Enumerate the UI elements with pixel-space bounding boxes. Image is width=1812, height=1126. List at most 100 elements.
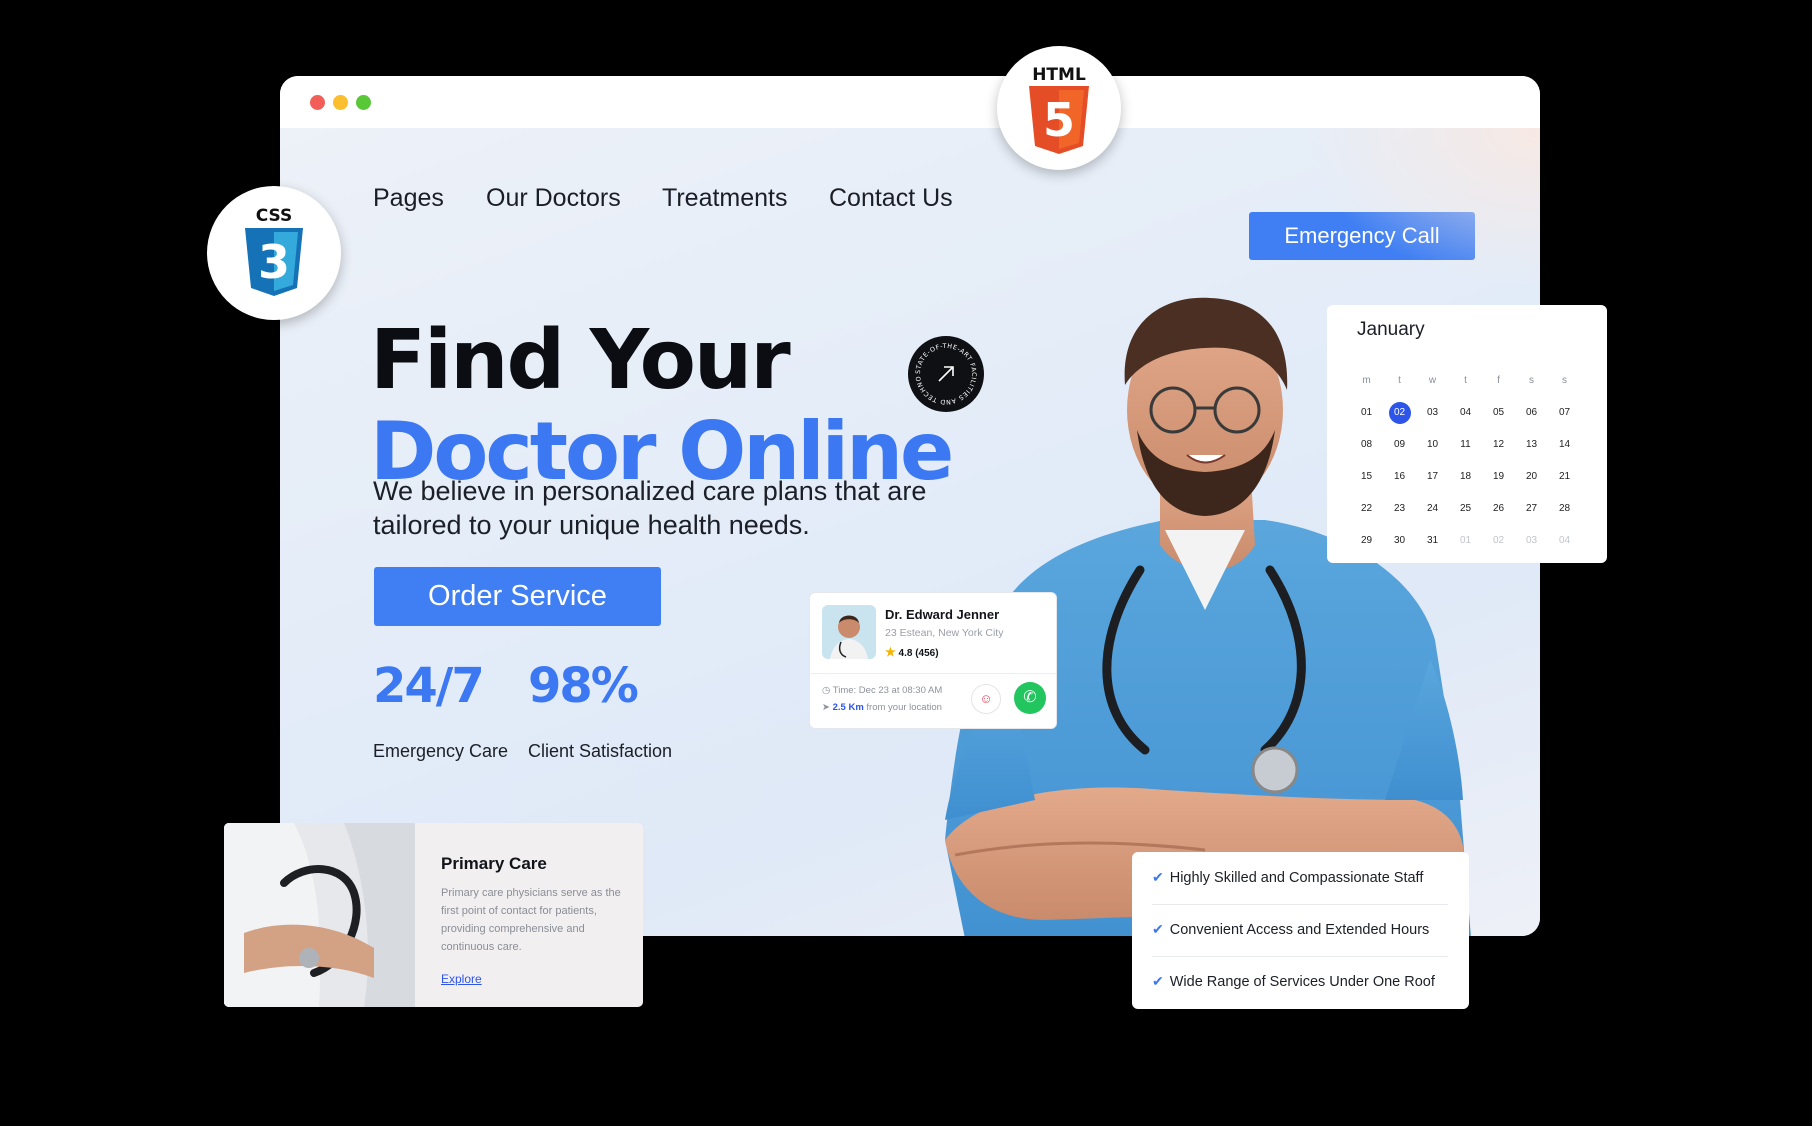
doctor-address: 23 Estean, New York City (885, 627, 1004, 639)
doctor-card[interactable]: Dr. Edward Jenner 23 Estean, New York Ci… (809, 592, 1057, 729)
explore-link[interactable]: Explore (441, 972, 482, 986)
feature-text: Wide Range of Services Under One Roof (1169, 974, 1435, 990)
nav-our-doctors[interactable]: Our Doctors (486, 184, 621, 213)
stat-emergency-label: Emergency Care (373, 741, 509, 761)
calendar-weekday: t (1464, 375, 1467, 386)
calendar-day[interactable]: 17 (1416, 461, 1449, 493)
calendar-day[interactable]: 04 (1548, 525, 1581, 557)
checkmark-icon: ✔ (1152, 973, 1164, 989)
calendar-day[interactable]: 06 (1515, 397, 1548, 429)
calendar-day[interactable]: 03 (1515, 525, 1548, 557)
call-phone-icon[interactable]: ✆ (1014, 682, 1046, 714)
calendar-weekday: f (1497, 375, 1500, 386)
calendar-day[interactable]: 05 (1482, 397, 1515, 429)
calendar-day[interactable]: 01 (1350, 397, 1383, 429)
appointment-time-text: Time: Dec 23 at 08:30 AM (832, 685, 943, 696)
features-card: ✔ Highly Skilled and Compassionate Staff … (1132, 852, 1469, 1009)
css3-logo-badge: CSS 3 (207, 186, 341, 320)
css3-label: CSS (256, 206, 293, 226)
minimize-window-dot[interactable] (333, 95, 348, 110)
feature-item: ✔ Wide Range of Services Under One Roof (1152, 956, 1448, 1008)
calendar-day[interactable]: 22 (1350, 493, 1383, 525)
clock-icon: ◷ (822, 685, 831, 696)
html5-digit: 5 (1043, 93, 1075, 147)
stat-emergency-value: 24/7 (373, 658, 485, 714)
calendar-day[interactable]: 23 (1383, 493, 1416, 525)
card-divider (810, 673, 1056, 674)
doctor-avatar (822, 605, 876, 659)
calendar-day[interactable]: 15 (1350, 461, 1383, 493)
feature-item: ✔ Highly Skilled and Compassionate Staff (1152, 852, 1448, 905)
order-service-button[interactable]: Order Service (374, 567, 661, 626)
html5-logo-badge: HTML 5 (997, 46, 1121, 170)
hero-subtitle: We believe in personalized care plans th… (373, 476, 927, 540)
maximize-window-dot[interactable] (356, 95, 371, 110)
window-titlebar (280, 76, 1540, 128)
calendar-day[interactable]: 18 (1449, 461, 1482, 493)
calendar-day[interactable]: 26 (1482, 493, 1515, 525)
calendar-weekday: s (1562, 375, 1567, 386)
calendar-day[interactable]: 09 (1383, 429, 1416, 461)
calendar-day[interactable]: 16 (1383, 461, 1416, 493)
stat-satisfaction-value: 98% (528, 658, 639, 714)
calendar-day[interactable]: 10 (1416, 429, 1449, 461)
calendar-weekday: m (1362, 375, 1371, 386)
calendar-day-selected[interactable]: 02 (1383, 397, 1416, 429)
doctor-stethoscope-image (224, 823, 415, 1007)
feature-text: Highly Skilled and Compassionate Staff (1169, 870, 1424, 886)
calendar-day[interactable]: 24 (1416, 493, 1449, 525)
feature-item: ✔ Convenient Access and Extended Hours (1152, 904, 1448, 957)
nav-contact-us[interactable]: Contact Us (829, 184, 953, 213)
doctor-rating: ★ 4.8 (456) (885, 645, 939, 659)
doctor-name: Dr. Edward Jenner (885, 607, 1000, 622)
calendar-weekday: s (1529, 375, 1534, 386)
distance-info: ➤ 2.5 Km from your location (822, 702, 942, 713)
emergency-call-button[interactable]: Emergency Call (1249, 212, 1475, 260)
calendar-month: January (1357, 319, 1425, 340)
calendar-day[interactable]: 02 (1482, 525, 1515, 557)
css3-digit: 3 (258, 235, 290, 289)
calendar-day[interactable]: 11 (1449, 429, 1482, 461)
html5-icon: HTML 5 (1029, 65, 1089, 154)
calendar-day[interactable]: 13 (1515, 429, 1548, 461)
nav-treatments[interactable]: Treatments (662, 184, 788, 213)
checkmark-icon: ✔ (1152, 921, 1164, 937)
calendar-day[interactable]: 12 (1482, 429, 1515, 461)
calendar-day[interactable]: 21 (1548, 461, 1581, 493)
calendar-weekday: w (1428, 375, 1437, 386)
calendar-grid: m t w t f s s 01 02 03 04 05 06 07 08 09 10 11 12 13 14 15 16 1… (1350, 365, 1581, 557)
calendar-day[interactable]: 07 (1548, 397, 1581, 429)
calendar-day[interactable]: 03 (1416, 397, 1449, 429)
calendar-day[interactable]: 04 (1449, 397, 1482, 429)
navigation-arrow-icon: ➤ (822, 702, 830, 713)
calendar-day[interactable]: 27 (1515, 493, 1548, 525)
calendar-widget: January m t w t f s s 01 02 03 04 05 06 07 08 09 10 11 12 1… (1327, 305, 1607, 563)
distance-value: 2.5 Km (832, 702, 864, 713)
primary-care-title: Primary Care (441, 854, 547, 873)
calendar-day[interactable]: 29 (1350, 525, 1383, 557)
star-icon: ★ (885, 645, 896, 659)
feature-text: Convenient Access and Extended Hours (1169, 922, 1430, 938)
calendar-day[interactable]: 08 (1350, 429, 1383, 461)
stat-satisfaction-label: Client Satisfaction (528, 741, 673, 761)
chat-icon[interactable]: ☺ (971, 684, 1001, 714)
calendar-day[interactable]: 31 (1416, 525, 1449, 557)
distance-suffix: from your location (866, 702, 942, 713)
calendar-day[interactable]: 14 (1548, 429, 1581, 461)
calendar-day[interactable]: 01 (1449, 525, 1482, 557)
calendar-day[interactable]: 20 (1515, 461, 1548, 493)
calendar-day[interactable]: 25 (1449, 493, 1482, 525)
css3-icon: CSS 3 (245, 206, 303, 296)
hero-title-line1: Find Your (370, 313, 791, 408)
close-window-dot[interactable] (310, 95, 325, 110)
checkmark-icon: ✔ (1152, 869, 1164, 885)
calendar-weekday: t (1398, 375, 1401, 386)
appointment-time: ◷ Time: Dec 23 at 08:30 AM (822, 685, 942, 696)
primary-care-text: Primary care physicians serve as the fir… (441, 887, 621, 953)
nav-pages[interactable]: Pages (373, 184, 444, 213)
primary-care-card[interactable]: Primary Care Primary care physicians ser… (224, 823, 643, 1007)
calendar-day[interactable]: 30 (1383, 525, 1416, 557)
calendar-day[interactable]: 28 (1548, 493, 1581, 525)
doctor-rating-value: 4.8 (456) (898, 648, 939, 659)
calendar-day[interactable]: 19 (1482, 461, 1515, 493)
